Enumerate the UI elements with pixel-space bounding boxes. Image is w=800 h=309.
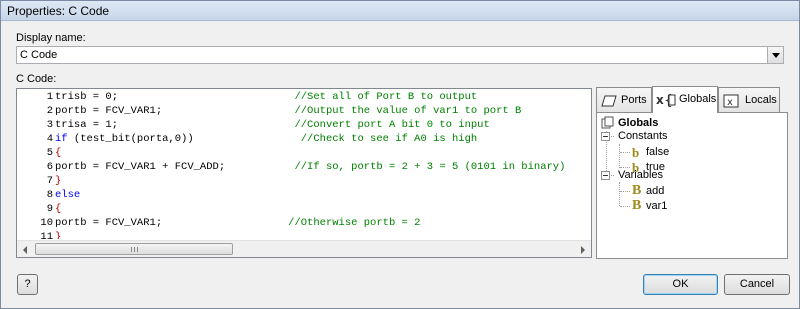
collapse-variables-icon[interactable] [601, 171, 610, 180]
line-number: 4 [46, 133, 53, 145]
tab-locals[interactable]: x Locals [718, 87, 780, 112]
line-number: 2 [46, 105, 53, 117]
code-line[interactable]: 5{ [17, 146, 591, 160]
svg-text:x: x [727, 97, 733, 108]
title-bar[interactable]: Properties: C Code [1, 1, 799, 21]
tab-globals[interactable]: x { Globals [652, 86, 718, 113]
tab-globals-label: Globals [679, 93, 717, 105]
scroll-right-icon[interactable] [574, 241, 591, 257]
symbol-panel: Ports x { Globals x Locals Globals Const… [596, 86, 788, 259]
properties-dialog: Properties: C Code Display name: C Code … [0, 0, 800, 309]
line-number: 8 [46, 189, 53, 201]
code-line[interactable]: 9{ [17, 202, 591, 216]
code-line[interactable]: 3 trisa = 1; //Convert port A bit 0 to in… [17, 118, 591, 132]
cancel-button[interactable]: Cancel [724, 274, 790, 295]
display-name-value[interactable]: C Code [20, 49, 57, 61]
tree-node-constants[interactable]: Constants [601, 129, 741, 144]
code-line[interactable]: 7} [17, 174, 591, 188]
globals-tree[interactable]: Globals Constants b false b true Variabl… [596, 112, 788, 259]
tab-locals-label: Locals [745, 94, 777, 106]
svg-text:x: x [656, 93, 664, 107]
display-name-label: Display name: [16, 32, 86, 44]
variable-icon: B [632, 183, 642, 198]
globals-folder-icon [601, 116, 614, 129]
code-line[interactable]: 6 portb = FCV_VAR1 + FCV_ADD; //If so, po… [17, 160, 591, 174]
display-name-combo[interactable]: C Code [16, 46, 784, 64]
variable-var1-label: var1 [646, 200, 668, 212]
code-line[interactable]: 10 portb = FCV_VAR1; //Otherwise portb = … [17, 216, 591, 230]
locals-icon: x [723, 94, 739, 108]
code-text[interactable]: portb = FCV_VAR1; //Otherwise portb = 2 [55, 216, 420, 230]
constant-icon: b [632, 145, 640, 160]
ports-icon [601, 95, 617, 107]
code-text[interactable]: portb = FCV_VAR1; //Output the value of … [55, 104, 521, 118]
ok-button[interactable]: OK [643, 274, 718, 295]
scroll-left-icon[interactable] [17, 241, 34, 257]
line-number: 3 [46, 119, 53, 131]
c-code-label: C Code: [16, 73, 57, 85]
code-line[interactable]: 11} [17, 230, 591, 239]
chevron-down-icon[interactable] [767, 47, 783, 63]
line-number: 10 [40, 217, 53, 229]
code-text[interactable]: portb = FCV_VAR1 + FCV_ADD; //If so, por… [55, 160, 565, 174]
code-editor[interactable]: 1 trisb = 0; //Set all of Port B to outpu… [16, 88, 592, 258]
line-number: 1 [46, 91, 53, 103]
tree-item-var1[interactable]: B var1 [632, 198, 732, 214]
variable-icon: B [632, 198, 642, 213]
collapse-constants-icon[interactable] [601, 132, 610, 141]
window-title: Properties: C Code [7, 4, 110, 18]
tab-ports[interactable]: Ports [596, 87, 652, 112]
code-line[interactable]: 4 if (test_bit(porta,0)) //Check to see i… [17, 132, 591, 146]
tab-ports-label: Ports [621, 94, 647, 106]
line-number: 9 [46, 203, 53, 215]
code-text-area[interactable]: 1 trisb = 0; //Set all of Port B to outpu… [17, 89, 591, 239]
code-text[interactable]: trisa = 1; //Convert port A bit 0 to inp… [55, 118, 490, 132]
variables-label: Variables [618, 169, 664, 181]
code-line[interactable]: 8 else [17, 188, 591, 202]
globals-icon: x { [656, 93, 676, 108]
tree-item-add[interactable]: B add [632, 183, 732, 199]
code-line[interactable]: 2 portb = FCV_VAR1; //Output the value of… [17, 104, 591, 118]
code-text[interactable]: else [55, 188, 80, 202]
constant-false-label: false [646, 146, 670, 158]
line-number: 7 [46, 175, 53, 187]
code-text[interactable]: { [55, 146, 61, 160]
line-number: 6 [46, 161, 53, 173]
tree-root-label: Globals [618, 117, 659, 129]
horizontal-scrollbar[interactable] [17, 240, 591, 257]
code-text[interactable]: } [55, 174, 61, 188]
help-button[interactable]: ? [17, 274, 38, 295]
line-number: 5 [46, 147, 53, 159]
scrollbar-thumb[interactable] [35, 243, 233, 255]
code-text[interactable]: } [55, 230, 61, 239]
constants-label: Constants [618, 130, 668, 142]
code-text[interactable]: { [55, 202, 61, 216]
variable-add-label: add [646, 185, 665, 197]
code-text[interactable]: if (test_bit(porta,0)) //Check to see if… [55, 132, 477, 146]
tree-node-variables[interactable]: Variables [601, 168, 741, 183]
tree-item-false[interactable]: b false [632, 145, 732, 160]
code-text[interactable]: trisb = 0; //Set all of Port B to output [55, 90, 477, 104]
line-number: 11 [40, 231, 53, 239]
code-line[interactable]: 1 trisb = 0; //Set all of Port B to outpu… [17, 90, 591, 104]
